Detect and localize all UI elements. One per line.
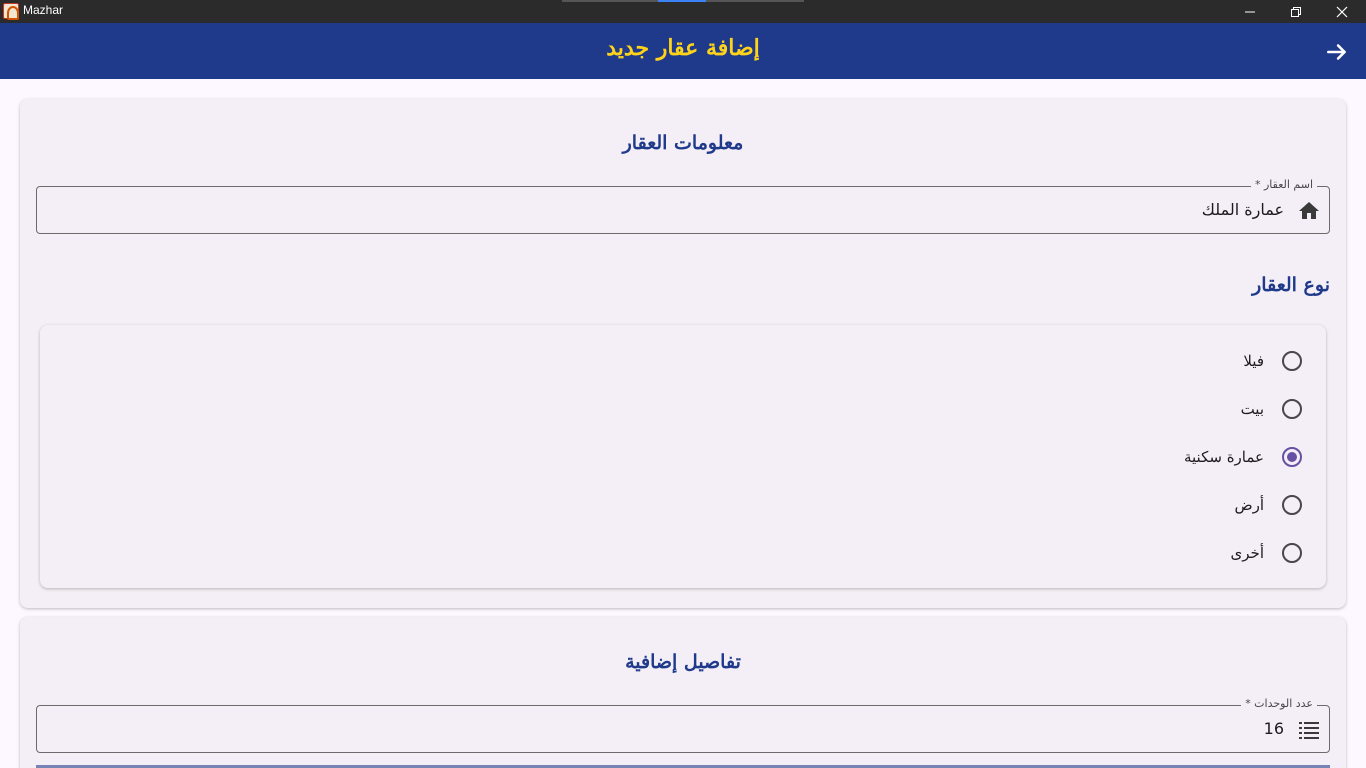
units-count-value[interactable]: 16 [1264, 719, 1284, 738]
units-count-label: عدد الوحدات * [1241, 697, 1317, 710]
back-arrow-icon[interactable] [1324, 39, 1350, 65]
window-title-bar: Mazhar [0, 0, 1366, 23]
units-count-field[interactable]: عدد الوحدات * 16 [36, 697, 1330, 753]
additional-details-title: تفاصيل إضافية [625, 651, 741, 673]
radio-label: أرض [1234, 496, 1264, 514]
radio-option-residential-building[interactable]: عمارة سكنية [1184, 437, 1302, 477]
app-bar: إضافة عقار جديد [0, 23, 1366, 79]
minimize-button[interactable] [1227, 0, 1273, 23]
close-button[interactable] [1319, 0, 1365, 23]
window-tab-strip [562, 0, 804, 2]
window-title: Mazhar [23, 3, 64, 17]
radio-label: أخرى [1230, 544, 1264, 562]
radio-option-house[interactable]: بيت [1241, 389, 1302, 429]
close-icon [1336, 6, 1348, 17]
property-info-card: معلومات العقار اسم العقار * عمارة الملك … [20, 99, 1346, 608]
home-icon [1299, 202, 1319, 219]
app-logo-icon [3, 3, 19, 20]
active-tab-indicator [658, 0, 706, 2]
property-name-label: اسم العقار * [1250, 178, 1317, 191]
restore-button[interactable] [1273, 0, 1319, 23]
radio-label: فيلا [1243, 352, 1264, 370]
property-type-title: نوع العقار [1252, 274, 1330, 296]
list-icon [1299, 722, 1319, 739]
property-name-field[interactable]: اسم العقار * عمارة الملك [36, 178, 1330, 234]
radio-button[interactable] [1282, 543, 1302, 563]
radio-button[interactable] [1282, 351, 1302, 371]
radio-option-villa[interactable]: فيلا [1243, 341, 1302, 381]
radio-label: عمارة سكنية [1183, 448, 1264, 466]
minimize-icon [1245, 11, 1255, 12]
radio-button[interactable] [1282, 399, 1302, 419]
additional-details-card: تفاصيل إضافية عدد الوحدات * 16 [20, 617, 1346, 768]
radio-label: بيت [1240, 400, 1264, 418]
radio-option-other[interactable]: أخرى [1231, 533, 1302, 573]
radio-button-selected[interactable] [1282, 447, 1302, 467]
radio-option-land[interactable]: أرض [1234, 485, 1302, 525]
property-type-group: فيلا بيت عمارة سكنية أرض أخرى [40, 325, 1326, 588]
page-title: إضافة عقار جديد [606, 35, 760, 61]
property-name-value[interactable]: عمارة الملك [1202, 200, 1284, 219]
restore-icon [1291, 6, 1301, 17]
radio-button[interactable] [1282, 495, 1302, 515]
property-info-title: معلومات العقار [622, 132, 744, 154]
